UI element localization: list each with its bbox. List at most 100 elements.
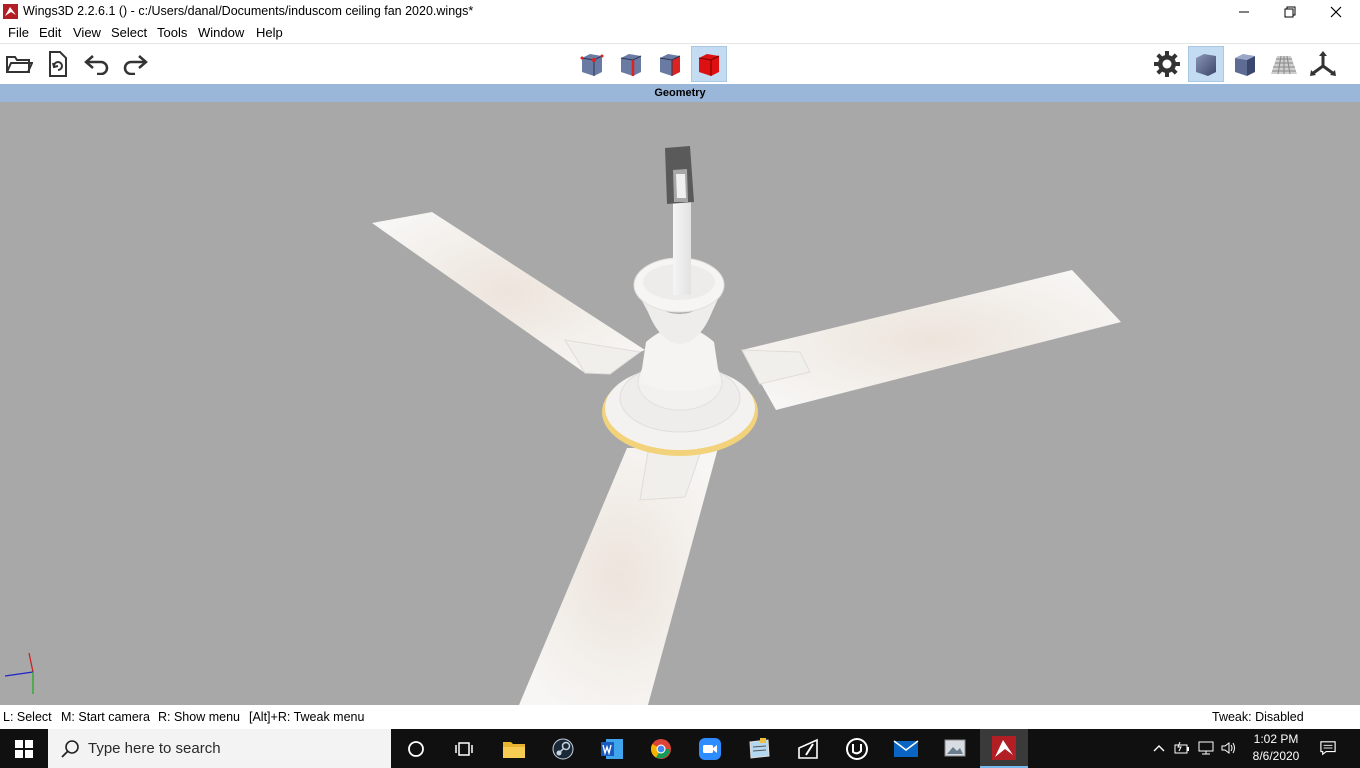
axes-button[interactable] <box>1305 46 1341 82</box>
search-icon <box>61 740 79 758</box>
menu-edit[interactable]: Edit <box>39 25 61 40</box>
ceiling-fan-model <box>4 146 1121 705</box>
zoom-button[interactable] <box>686 729 734 768</box>
paint-button[interactable] <box>784 729 832 768</box>
task-view-icon <box>455 741 473 756</box>
battery-button[interactable] <box>1174 740 1190 756</box>
menu-help[interactable]: Help <box>256 25 283 40</box>
edge-mode-button[interactable] <box>613 46 649 82</box>
hint-select: L: Select <box>3 710 52 724</box>
restore-button[interactable] <box>1267 0 1313 23</box>
vertex-mode-button[interactable] <box>574 46 610 82</box>
menu-view[interactable]: View <box>73 25 101 40</box>
word-icon <box>601 738 623 759</box>
volume-icon <box>1221 742 1235 754</box>
taskbar-clock[interactable]: 1:02 PM 8/6/2020 <box>1244 731 1308 765</box>
open-button[interactable] <box>1 46 37 82</box>
title-bar: Wings3D 2.2.6.1 () - c:/Users/danal/Docu… <box>0 0 1360 23</box>
preferences-gear-icon <box>1154 51 1180 77</box>
undo-icon <box>84 55 109 75</box>
steam-icon <box>552 738 574 759</box>
clock-date: 8/6/2020 <box>1252 749 1300 763</box>
mail-button[interactable] <box>882 729 930 768</box>
file-explorer-button[interactable] <box>490 729 538 768</box>
network-icon <box>1198 741 1214 755</box>
minimize-button[interactable] <box>1221 0 1267 23</box>
hint-show-menu: R: Show menu <box>158 710 240 724</box>
flat-shaded-view-button[interactable] <box>1227 46 1263 82</box>
task-view-button[interactable] <box>440 729 488 768</box>
ground-grid-button[interactable] <box>1266 46 1302 82</box>
flat-shaded-view-icon <box>1235 54 1255 76</box>
ground-grid-icon <box>1271 55 1297 75</box>
notepad-button[interactable] <box>735 729 783 768</box>
redo-icon <box>123 55 148 75</box>
edge-mode-icon <box>620 54 642 76</box>
paint-icon <box>798 738 818 759</box>
body-mode-button[interactable] <box>691 46 727 82</box>
battery-icon <box>1174 741 1189 754</box>
vertex-mode-icon <box>580 54 604 76</box>
smooth-shaded-view-icon <box>1196 54 1216 76</box>
volume-button[interactable] <box>1221 740 1237 756</box>
minimize-icon <box>1239 11 1249 12</box>
restore-icon <box>1284 6 1296 17</box>
tweak-status: Tweak: Disabled <box>1212 710 1304 724</box>
photo-viewer-icon <box>944 739 966 756</box>
close-button[interactable] <box>1313 0 1359 23</box>
menu-tools[interactable]: Tools <box>157 25 187 40</box>
menu-select[interactable]: Select <box>111 25 147 40</box>
face-mode-icon <box>659 54 681 76</box>
windows-logo-icon <box>15 739 33 758</box>
wings3d-taskbar-button[interactable] <box>980 729 1028 768</box>
fan-blade-right <box>741 270 1121 410</box>
axis-gizmo <box>4 652 34 694</box>
import-button[interactable] <box>39 46 75 82</box>
redo-button[interactable] <box>117 46 153 82</box>
chrome-button[interactable] <box>637 729 685 768</box>
import-icon <box>49 51 67 77</box>
cortana-icon <box>408 740 424 757</box>
taskbar-search-box[interactable]: Type here to search <box>48 729 391 768</box>
menu-window[interactable]: Window <box>198 25 244 40</box>
body-mode-icon <box>698 54 720 76</box>
wings3d-icon <box>992 735 1016 760</box>
notifications-icon <box>1320 741 1336 756</box>
unreal-engine-button[interactable] <box>833 729 881 768</box>
photo-viewer-button[interactable] <box>931 729 979 768</box>
window-title: Wings3D 2.2.6.1 () - c:/Users/danal/Docu… <box>23 4 474 18</box>
face-mode-button[interactable] <box>652 46 688 82</box>
menu-bar: File Edit View Select Tools Window Help <box>0 23 1360 43</box>
preferences-button[interactable] <box>1149 46 1185 82</box>
hint-tweak-menu: [Alt]+R: Tweak menu <box>249 710 365 724</box>
chrome-icon <box>650 738 671 759</box>
zoom-icon <box>699 737 721 760</box>
fan-mount-bracket <box>665 146 694 204</box>
axes-icon <box>1310 51 1336 76</box>
undo-button[interactable] <box>79 46 115 82</box>
menu-file[interactable]: File <box>8 25 29 40</box>
fan-blade-bottom <box>519 448 718 705</box>
notepad-icon <box>749 737 770 759</box>
taskbar: Type here to search 1:02 PM 8/6/2020 <box>0 729 1360 768</box>
start-button[interactable] <box>0 729 48 768</box>
status-bar: L: Select M: Start camera R: Show menu [… <box>0 705 1360 729</box>
fan-blade-left <box>372 212 645 375</box>
open-folder-icon <box>6 56 33 73</box>
viewport-header: Geometry <box>0 84 1360 102</box>
hint-camera: M: Start camera <box>61 710 150 724</box>
geometry-viewport[interactable] <box>0 102 1360 705</box>
action-center-button[interactable] <box>1320 740 1336 756</box>
show-hidden-icons-button[interactable] <box>1151 740 1167 756</box>
wings3d-app-icon <box>3 4 18 19</box>
mail-icon <box>893 739 919 757</box>
file-explorer-icon <box>503 741 525 758</box>
cortana-button[interactable] <box>392 729 440 768</box>
close-icon <box>1330 6 1342 17</box>
clock-time: 1:02 PM <box>1253 732 1299 746</box>
smooth-shaded-view-button[interactable] <box>1188 46 1224 82</box>
network-button[interactable] <box>1198 740 1214 756</box>
steam-button[interactable] <box>539 729 587 768</box>
word-button[interactable] <box>588 729 636 768</box>
toolbar <box>0 43 1360 85</box>
